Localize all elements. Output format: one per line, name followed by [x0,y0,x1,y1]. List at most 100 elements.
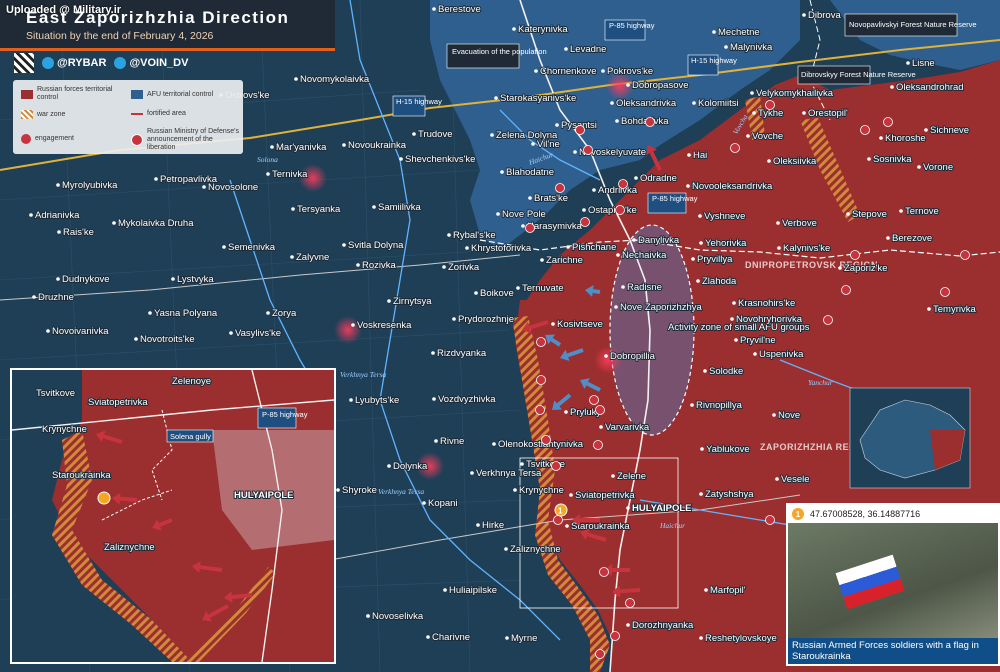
attack-arrow-shaft [119,496,138,502]
town-label: Sichneve [930,125,969,136]
town-dot [56,277,60,281]
engagement-icon [860,125,870,135]
town-dot [802,111,806,115]
photo-caption: Russian Armed Forces soldiers with a fla… [788,638,998,664]
town-dot [148,311,152,315]
town-dot [696,279,700,283]
town-dot [29,213,33,217]
town-dot [266,311,270,315]
town-dot [564,410,568,414]
town-dot [599,425,603,429]
forest-reserve-label: Novopavlivskyi Forest Nature Reserve [849,20,977,29]
engagement-icon [575,125,585,135]
town-dot [474,291,478,295]
town-dot [634,176,638,180]
town-label: Kolomiitsi [698,98,739,109]
town-label: Uspenivka [759,349,804,360]
town-label: Lystvyka [177,274,214,285]
qr-code-icon [14,53,34,73]
town-dot [521,224,525,228]
legend-afu: AFU territorial control [131,90,239,99]
engagement-icon [525,223,535,233]
town-dot [540,258,544,262]
town-label: Boikove [480,288,514,299]
town-dot [626,83,630,87]
town-dot [750,91,754,95]
town-dot [422,501,426,505]
engagement-icon [21,134,31,144]
town-dot [767,159,771,163]
town-dot [442,265,446,269]
social-voin[interactable]: @VOIN_DV [114,57,188,69]
engagement-icon [823,315,833,325]
engagement-icon [536,375,546,385]
town-label: Temyrivka [933,304,976,315]
engagement-icon [580,217,590,227]
h15-label-b: H-15 highway [691,56,737,65]
town-dot [46,329,50,333]
town-dot [890,85,894,89]
inset-town-label: Zaliznychne [104,542,155,553]
town-dot [512,27,516,31]
town-label: Verbove [782,218,817,229]
town-label: Levadne [570,44,606,55]
town-label: Zaliznychne [510,544,561,555]
inset-gully-label: Solena gully [170,432,211,441]
town-dot [351,323,355,327]
town-dot [112,221,116,225]
town-dot [867,157,871,161]
town-dot [447,233,451,237]
town-label: Mar'yanivka [276,142,327,153]
town-dot [531,142,535,146]
map-canvas[interactable]: P-85 highway H-15 highway H-15 highway P… [0,0,1000,672]
town-dot [886,236,890,240]
town-dot [699,492,703,496]
telegram-icon [42,57,54,69]
legend: Russian forces territorial control AFU t… [13,80,243,154]
town-label: Novoivanivka [52,326,109,337]
town-dot [372,205,376,209]
town-label: Dudnykove [62,274,110,285]
h15-label: H-15 highway [396,97,442,106]
town-label: Ternuvate [522,283,564,294]
engagement-icon [595,405,605,415]
engagement-icon [589,395,599,405]
town-dot [342,143,346,147]
photo-panel[interactable]: 1 47.67008528, 36.14887716 Russian Armed … [786,503,1000,666]
p85-top-label: P-85 highway [609,21,655,30]
town-label: Pryvillya [697,254,733,265]
town-dot [534,69,538,73]
town-dot [906,61,910,65]
town-dot [699,241,703,245]
engagement-icon [730,143,740,153]
legend-fortified: fortified area [131,110,239,118]
river-label: Verkhnya Tersa [340,370,386,379]
engagement-icon [960,250,970,260]
town-label: Varvarivka [605,422,650,433]
town-label: Zalyvne [296,252,329,263]
inset-map[interactable]: P-85 highway Solena gully Tsvitkove Zelen… [10,368,336,664]
town-dot [565,524,569,528]
town-label: Novomykolaivka [300,74,370,85]
town-dot [724,45,728,49]
town-label: Rizdvyanka [437,348,487,359]
town-label: Druzhne [38,292,74,303]
town-label: Zorya [272,308,297,319]
town-dot [734,338,738,342]
town-dot [154,177,158,181]
town-label: Zlahoda [702,276,737,287]
town-dot [492,442,496,446]
town-dot [582,208,586,212]
town-dot [432,7,436,11]
town-dot [399,157,403,161]
town-dot [387,299,391,303]
town-label: Radisne [627,282,662,293]
town-label: Novotroits'ke [140,334,195,345]
war-zone-swatch [21,110,33,119]
engagement-icon [536,337,546,347]
social-rybar[interactable]: @RYBAR [42,57,106,69]
town-label: Dobropillia [610,351,656,362]
town-dot [496,212,500,216]
town-dot [366,614,370,618]
town-label: Krynychne [519,485,564,496]
